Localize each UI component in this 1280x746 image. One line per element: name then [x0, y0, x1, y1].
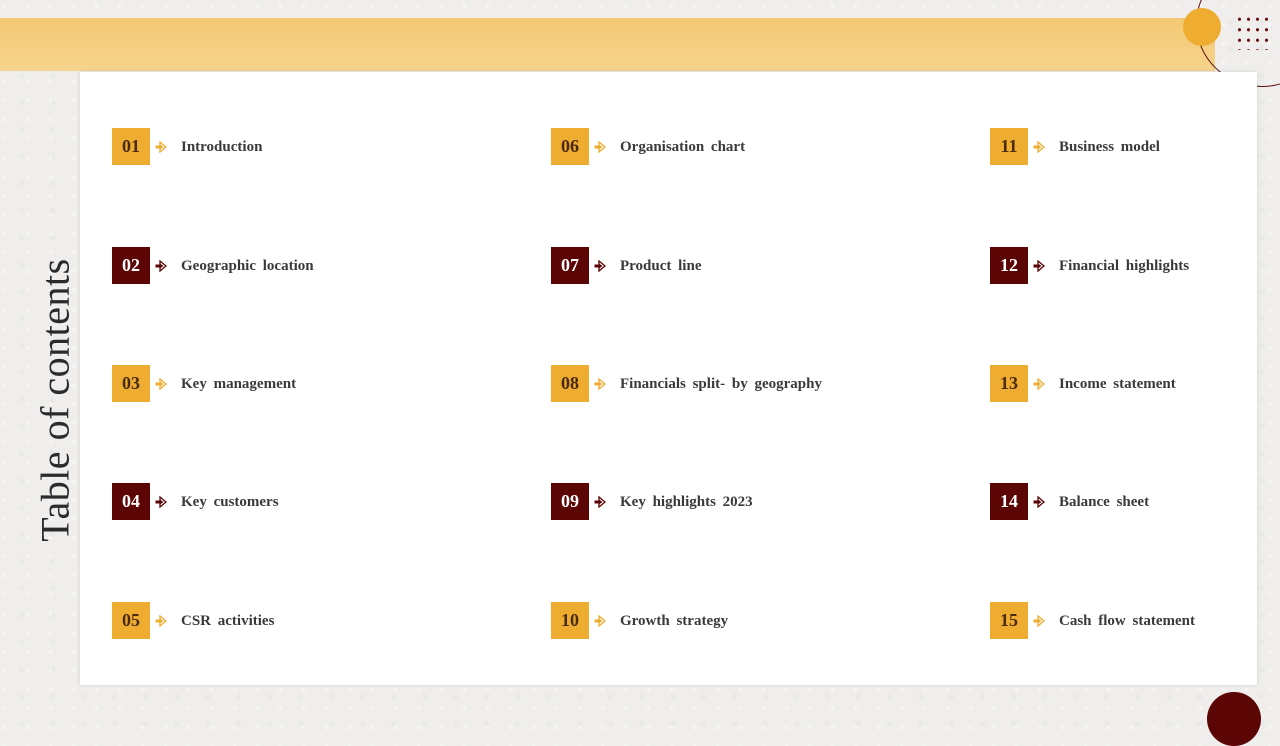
contents-item[interactable]: 08 Financials split- by geography	[551, 365, 871, 402]
item-label: Financial highlights	[1059, 258, 1190, 274]
item-label: Key management	[181, 376, 297, 392]
item-label: Cash flow statement	[1059, 613, 1195, 629]
arrow-right-icon	[155, 495, 168, 509]
decorative-gold-circle	[1183, 8, 1221, 46]
contents-item[interactable]: 06 Organisation chart	[551, 128, 871, 165]
arrow-right-icon	[1033, 140, 1046, 154]
item-number-badge: 01	[112, 128, 150, 165]
contents-item[interactable]: 01 Introduction	[112, 128, 432, 165]
arrow-right-icon	[594, 259, 607, 273]
contents-item[interactable]: 15 Cash flow statement	[990, 602, 1280, 639]
item-number-badge: 02	[112, 247, 150, 284]
item-number-badge: 13	[990, 365, 1028, 402]
contents-item[interactable]: 03 Key management	[112, 365, 432, 402]
arrow-right-icon	[1033, 377, 1046, 391]
item-number-badge: 05	[112, 602, 150, 639]
item-label: CSR activities	[181, 613, 275, 629]
item-label: Geographic location	[181, 258, 314, 274]
item-number-badge: 04	[112, 483, 150, 520]
arrow-right-icon	[155, 614, 168, 628]
arrow-right-icon	[1033, 259, 1046, 273]
arrow-right-icon	[155, 377, 168, 391]
contents-item[interactable]: 07 Product line	[551, 247, 871, 284]
item-number-badge: 07	[551, 247, 589, 284]
item-label: Product line	[620, 258, 702, 274]
arrow-right-icon	[1033, 614, 1046, 628]
item-number-badge: 15	[990, 602, 1028, 639]
contents-item[interactable]: 14 Balance sheet	[990, 483, 1280, 520]
item-label: Organisation chart	[620, 139, 746, 155]
item-label: Income statement	[1059, 376, 1176, 392]
arrow-right-icon	[594, 140, 607, 154]
item-number-badge: 08	[551, 365, 589, 402]
contents-item[interactable]: 09 Key highlights 2023	[551, 483, 871, 520]
arrow-right-icon	[594, 495, 607, 509]
item-label: Financials split- by geography	[620, 376, 822, 392]
item-label: Balance sheet	[1059, 494, 1150, 510]
contents-item[interactable]: 12 Financial highlights	[990, 247, 1280, 284]
item-number-badge: 10	[551, 602, 589, 639]
contents-item[interactable]: 05 CSR activities	[112, 602, 432, 639]
arrow-right-icon	[1033, 495, 1046, 509]
item-number-badge: 12	[990, 247, 1028, 284]
arrow-right-icon	[155, 140, 168, 154]
decorative-maroon-circle	[1207, 692, 1261, 746]
item-number-badge: 09	[551, 483, 589, 520]
decorative-dot-grid	[1235, 14, 1271, 50]
item-number-badge: 06	[551, 128, 589, 165]
arrow-right-icon	[594, 377, 607, 391]
contents-item[interactable]: 10 Growth strategy	[551, 602, 871, 639]
contents-item[interactable]: 02 Geographic location	[112, 247, 432, 284]
item-label: Growth strategy	[620, 613, 729, 629]
arrow-right-icon	[155, 259, 168, 273]
contents-item[interactable]: 13 Income statement	[990, 365, 1280, 402]
item-number-badge: 11	[990, 128, 1028, 165]
page-title: Table of contents	[32, 258, 78, 542]
header-band	[0, 18, 1215, 71]
item-label: Business model	[1059, 139, 1160, 155]
item-label: Introduction	[181, 139, 263, 155]
item-number-badge: 03	[112, 365, 150, 402]
contents-item[interactable]: 11 Business model	[990, 128, 1280, 165]
item-label: Key customers	[181, 494, 279, 510]
item-label: Key highlights 2023	[620, 494, 753, 510]
arrow-right-icon	[594, 614, 607, 628]
contents-item[interactable]: 04 Key customers	[112, 483, 432, 520]
item-number-badge: 14	[990, 483, 1028, 520]
